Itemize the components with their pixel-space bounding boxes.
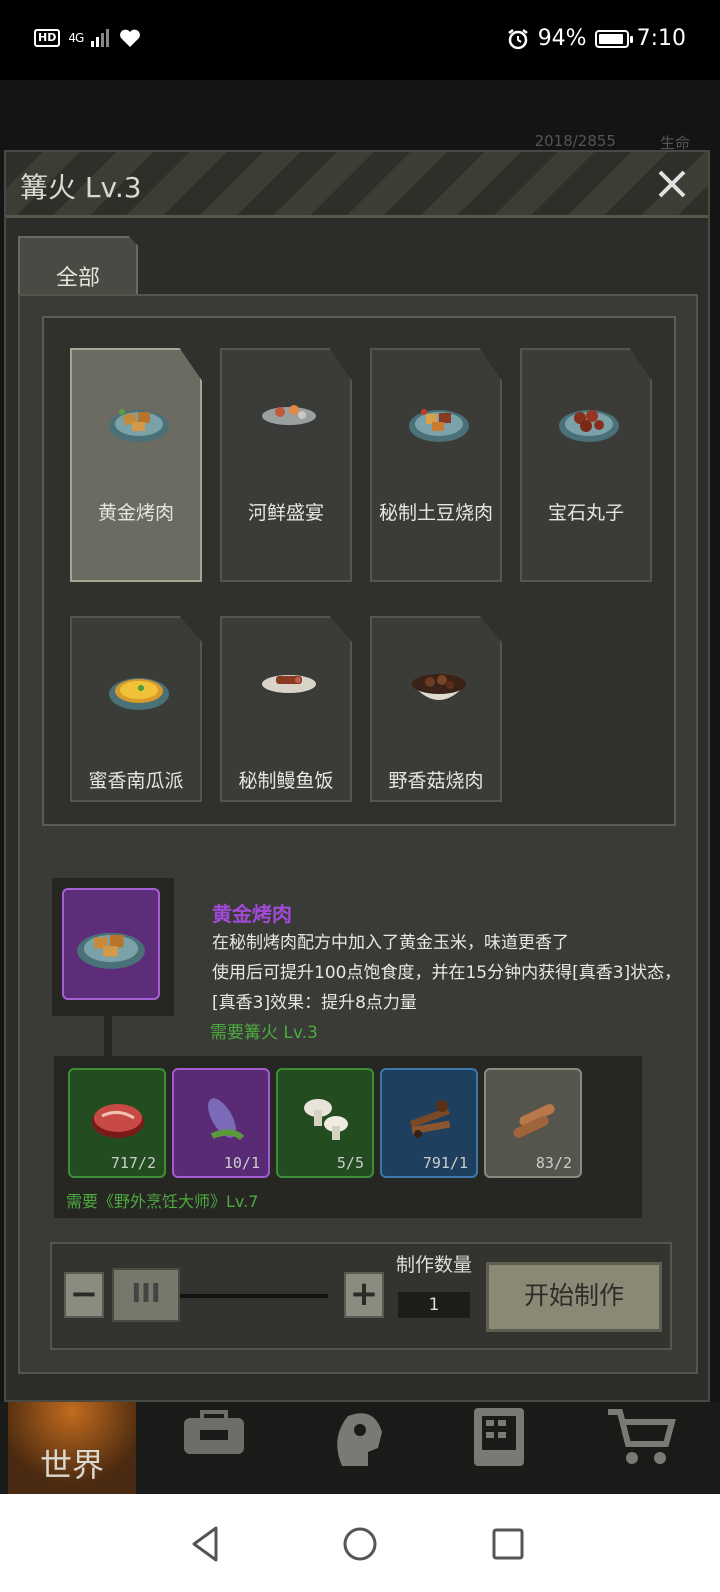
recipe-name: 蜜香南瓜派 (88, 770, 184, 792)
detail-description-line: 使用后可提升100点饱食度，并在15分钟内获得[真香3]状态， (212, 963, 682, 983)
material-corn[interactable]: 10/1 (172, 1068, 270, 1178)
materials-panel: 717/2 10/1 5/5 791/1 83/2 需要《野外烹饪大师》Lv.7 (54, 1056, 642, 1218)
corn-icon (208, 1098, 245, 1141)
nav-world[interactable]: 世界 (8, 1402, 136, 1494)
battery-percent: 94% (537, 26, 587, 51)
material-count: 10/1 (223, 1154, 260, 1172)
potato-meat-icon (409, 409, 469, 442)
phone-icon[interactable] (464, 1408, 536, 1468)
quantity-value: 1 (398, 1292, 470, 1318)
status-left: HD 4G (34, 28, 141, 48)
heart-icon (120, 29, 141, 47)
network-label: 4G (68, 31, 84, 45)
back-icon[interactable] (186, 1524, 226, 1564)
tab-all[interactable]: 全部 (18, 236, 138, 296)
material-steak[interactable]: 717/2 (68, 1068, 166, 1178)
mushroom-icon (304, 1099, 348, 1140)
alarm-icon (507, 28, 528, 49)
hd-badge: HD (34, 29, 61, 47)
selected-recipe-icon-box (52, 878, 174, 1016)
start-crafting-button[interactable]: 开始制作 (486, 1262, 662, 1332)
mushroom-meat-icon (412, 674, 466, 700)
material-firewood[interactable]: 83/2 (484, 1068, 582, 1178)
content-panel: 黄金烤肉 河鲜盛宴 秘制土豆烧肉 宝石丸子 蜜香南瓜派 秘制鳗鱼饭 野香菇烧肉 … (18, 294, 698, 1374)
signal-icon (91, 29, 110, 47)
recipe-name: 秘制土豆烧肉 (378, 502, 493, 524)
android-nav-bar (0, 1494, 720, 1592)
material-count: 717/2 (110, 1154, 156, 1172)
battery-fill (598, 33, 624, 44)
status-bar: HD 4G 94% 7:10 (0, 0, 720, 80)
detail-description-line: [真香3]效果：提升8点力量 (212, 993, 417, 1013)
status-right: 94% 7:10 (506, 26, 686, 51)
detail-description-line: 在秘制烤肉配方中加入了黄金玉米，味道更香了 (212, 933, 569, 953)
close-icon (658, 170, 686, 198)
seafood-pot-icon (262, 405, 316, 432)
recipe-name: 秘制鳗鱼饭 (238, 770, 334, 792)
material-mushroom[interactable]: 5/5 (276, 1068, 374, 1178)
cart-icon[interactable] (606, 1408, 678, 1468)
steak-icon (92, 1104, 144, 1138)
craft-controls: − III + 制作数量 1 开始制作 (50, 1242, 672, 1350)
skill-requirement: 需要《野外烹饪大师》Lv.7 (66, 1192, 259, 1211)
campfire-dialog: 篝火 Lv.3 全部 黄金烤肉 河鲜盛宴 秘制土豆烧肉 宝石丸子 蜜香南瓜派 秘… (4, 150, 710, 1402)
quantity-label: 制作数量 (396, 1254, 473, 1276)
tab-all-label: 全部 (55, 266, 100, 291)
home-icon[interactable] (340, 1524, 380, 1564)
dialog-title: 篝火 Lv.3 (20, 171, 142, 204)
material-spices[interactable]: 791/1 (380, 1068, 478, 1178)
recipe-card-golden-roast[interactable]: 黄金烤肉 (70, 348, 202, 582)
recipe-name: 野香菇烧肉 (388, 770, 484, 792)
recipe-name: 河鲜盛宴 (247, 502, 324, 524)
decrease-button[interactable]: − (64, 1272, 104, 1318)
eel-rice-icon (262, 675, 316, 700)
recipe-card-potato-meat[interactable]: 秘制土豆烧肉 (370, 348, 502, 582)
pumpkin-pie-icon (109, 678, 169, 710)
recipe-name: 宝石丸子 (547, 502, 624, 524)
detail-requirement: 需要篝火 Lv.3 (210, 1023, 318, 1043)
meatball-icon (559, 410, 619, 442)
recipe-card-pumpkin-pie[interactable]: 蜜香南瓜派 (70, 616, 202, 802)
recipe-name: 黄金烤肉 (97, 502, 174, 524)
detail-connector (104, 1016, 112, 1056)
battery-icon (594, 29, 633, 48)
selected-recipe-icon (62, 888, 160, 1000)
firewood-icon (513, 1104, 555, 1138)
recipe-card-eel-rice[interactable]: 秘制鳗鱼饭 (220, 616, 352, 802)
recents-icon[interactable] (488, 1524, 528, 1564)
detail-title: 黄金烤肉 (212, 902, 292, 926)
recipe-card-seafood-feast[interactable]: 河鲜盛宴 (220, 348, 352, 582)
material-count: 83/2 (535, 1154, 572, 1172)
close-button[interactable] (652, 164, 692, 204)
roast-meat-icon (109, 409, 169, 442)
clock: 7:10 (636, 26, 686, 51)
material-count: 791/1 (422, 1154, 468, 1172)
roast-meat-icon (77, 932, 145, 969)
recipe-grid: 黄金烤肉 河鲜盛宴 秘制土豆烧肉 宝石丸子 蜜香南瓜派 秘制鳗鱼饭 野香菇烧肉 (42, 316, 676, 826)
dialog-header: 篝火 Lv.3 (6, 152, 708, 218)
head-icon[interactable] (322, 1408, 394, 1468)
recipe-card-mushroom-meat[interactable]: 野香菇烧肉 (370, 616, 502, 802)
quantity-slider-handle[interactable]: III (112, 1268, 180, 1322)
backpack-icon[interactable] (178, 1408, 250, 1468)
recipe-card-gem-meatballs[interactable]: 宝石丸子 (520, 348, 652, 582)
game-nav: 世界 (0, 1402, 720, 1494)
nav-world-label: 世界 (39, 1446, 104, 1484)
material-count: 5/5 (336, 1154, 364, 1172)
increase-button[interactable]: + (344, 1272, 384, 1318)
spices-icon (409, 1100, 451, 1138)
